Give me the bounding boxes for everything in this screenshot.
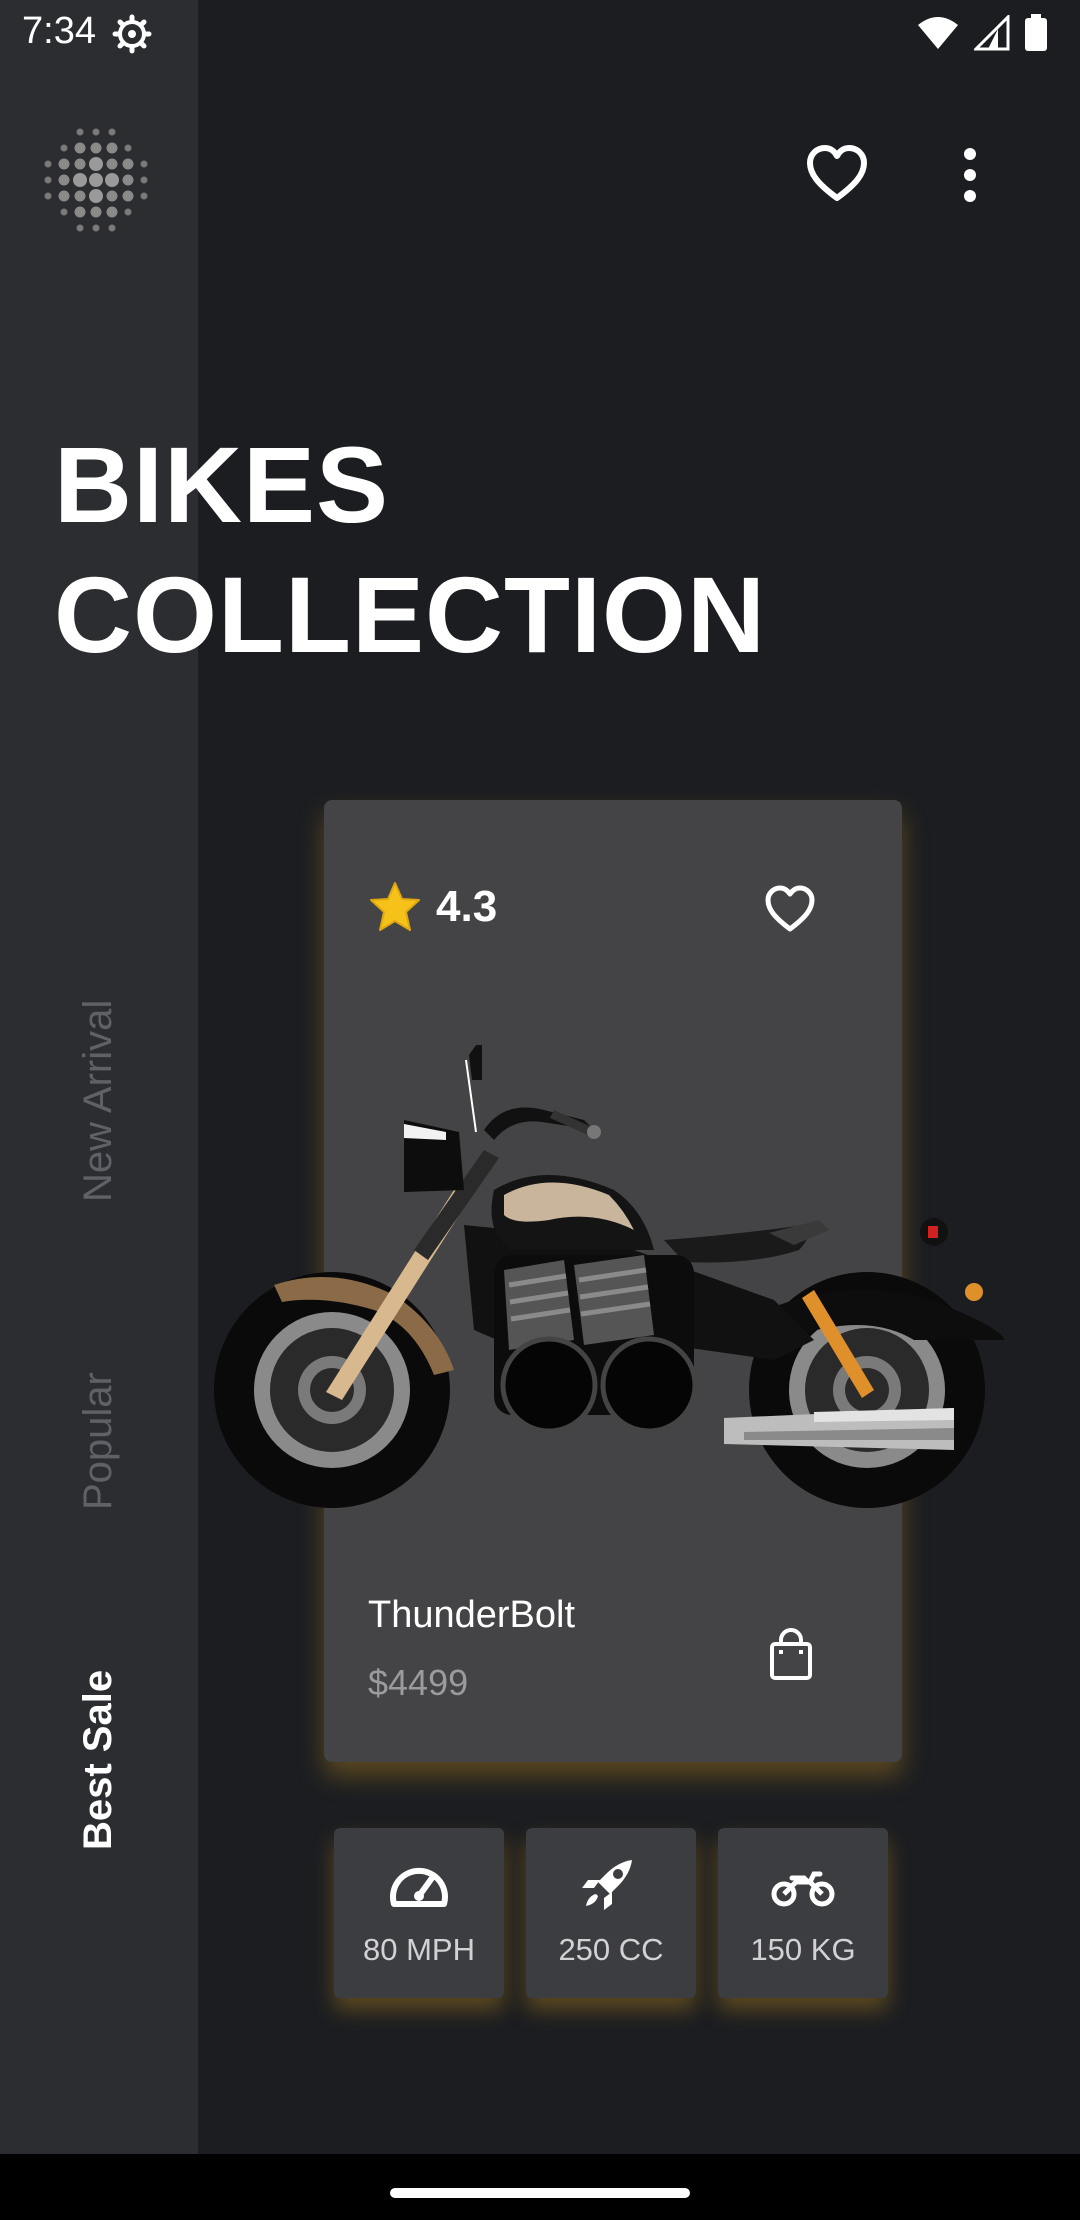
status-time: 7:34	[22, 10, 96, 52]
spec-engine: 250 CC	[526, 1828, 696, 1998]
system-navigation-bar	[0, 2154, 1080, 2220]
motorcycle-icon	[771, 1871, 835, 1907]
favorites-heart-icon[interactable]	[806, 144, 868, 206]
spec-engine-label: 250 CC	[558, 1932, 664, 1967]
battery-icon	[1025, 14, 1047, 51]
app-logo-icon	[44, 128, 148, 232]
product-name: ThunderBolt	[368, 1594, 576, 1636]
tab-popular[interactable]: Popular	[76, 1372, 121, 1510]
page-title-line-2: COLLECTION	[54, 554, 766, 675]
star-icon	[370, 882, 420, 931]
rocket-icon	[582, 1860, 632, 1910]
motorcycle-image	[214, 1045, 1004, 1508]
speedometer-icon	[390, 1867, 448, 1907]
rating-value: 4.3	[436, 882, 498, 931]
page-title-line-1: BIKES	[54, 424, 390, 545]
spec-speed-label: 80 MPH	[363, 1932, 475, 1967]
more-options-icon[interactable]	[950, 144, 990, 206]
specs-row: 80 MPH 250 CC 150 KG	[334, 1828, 888, 1998]
status-bar: 7:34	[0, 0, 1080, 64]
card-favorite-heart-icon[interactable]	[764, 884, 816, 936]
home-gesture-handle[interactable]	[390, 2188, 690, 2198]
tab-new-arrival[interactable]: New Arrival	[76, 1000, 121, 1202]
product-rating: 4.3	[368, 880, 497, 934]
page-title: BIKES COLLECTION	[54, 420, 766, 680]
spec-weight-label: 150 KG	[750, 1932, 856, 1967]
spec-weight: 150 KG	[718, 1828, 888, 1998]
shopping-bag-icon[interactable]	[766, 1628, 816, 1682]
wifi-icon	[918, 17, 958, 49]
spec-speed: 80 MPH	[334, 1828, 504, 1998]
product-price: $4499	[368, 1662, 469, 1703]
cellular-signal-icon	[974, 15, 1010, 51]
tab-best-sale[interactable]: Best Sale	[76, 1670, 121, 1850]
settings-gear-icon	[112, 14, 152, 54]
